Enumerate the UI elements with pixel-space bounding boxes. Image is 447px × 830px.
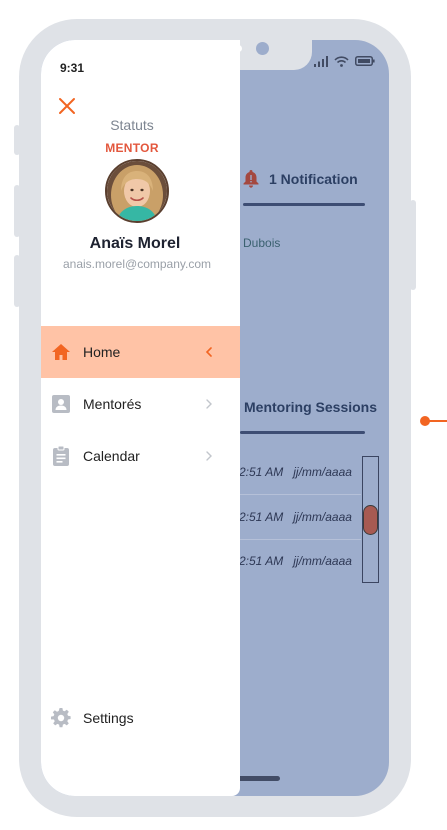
sessions-title: Mentoring Sessions (244, 399, 378, 415)
battery-icon (355, 56, 375, 66)
user-email: anais.morel@company.com (62, 257, 211, 271)
status-time: 9:31 (60, 61, 85, 75)
status-label: Statuts (110, 117, 154, 133)
gear-icon (51, 708, 71, 728)
menu-item-settings[interactable]: Settings (41, 692, 240, 744)
wifi-icon (334, 55, 349, 67)
menu-item-label: Calendar (83, 448, 140, 464)
signal-icon (314, 55, 328, 67)
menu-item-calendar[interactable]: Calendar (41, 430, 240, 482)
notification-tab-underline (243, 203, 365, 206)
session-time: 2:51 AM (239, 510, 284, 524)
chevron-right-icon (206, 451, 212, 461)
menu-item-label: Settings (83, 710, 134, 726)
session-row[interactable]: 2:51 AM jj/mm/aaaa (239, 539, 361, 583)
session-time: 2:51 AM (239, 554, 284, 568)
chevron-left-icon (205, 347, 212, 357)
home-icon (51, 342, 71, 362)
menu-item-home[interactable]: Home (41, 326, 240, 378)
connector-line (428, 420, 447, 422)
close-icon[interactable] (57, 96, 77, 116)
user-name: Anaïs Morel (89, 235, 181, 252)
person-card-icon (51, 394, 71, 414)
scrollbar-thumb[interactable] (363, 505, 378, 535)
session-row[interactable]: 2:51 AM jj/mm/aaaa (239, 450, 361, 495)
session-row[interactable]: 2:51 AM jj/mm/aaaa (239, 495, 361, 540)
avatar-portrait (107, 161, 167, 221)
status-bar-icons (314, 54, 375, 68)
clipboard-icon (51, 446, 71, 466)
sessions-title-underline (240, 431, 365, 434)
home-indicator (237, 776, 280, 781)
menu-item-mentores[interactable]: Mentorés (41, 378, 240, 430)
session-date: jj/mm/aaaa (293, 554, 352, 568)
session-date: jj/mm/aaaa (293, 510, 352, 524)
phone-camera (256, 42, 269, 55)
chevron-right-icon (206, 399, 212, 409)
notification-tab[interactable]: 1 Notification (243, 168, 358, 190)
role-badge: MENTOR (105, 141, 159, 155)
connector-dot (420, 416, 430, 426)
navigation-drawer: 9:31 Statuts MENTOR Anaïs Morel anais.mo… (41, 40, 240, 796)
notification-label: 1 Notification (269, 171, 358, 187)
session-time: 2:51 AM (239, 465, 284, 479)
avatar (105, 159, 169, 223)
person-name: Dubois (243, 236, 281, 250)
menu-item-label: Mentorés (83, 396, 142, 412)
session-date: jj/mm/aaaa (293, 465, 352, 479)
bell-icon (243, 170, 259, 188)
menu-item-label: Home (83, 344, 121, 360)
